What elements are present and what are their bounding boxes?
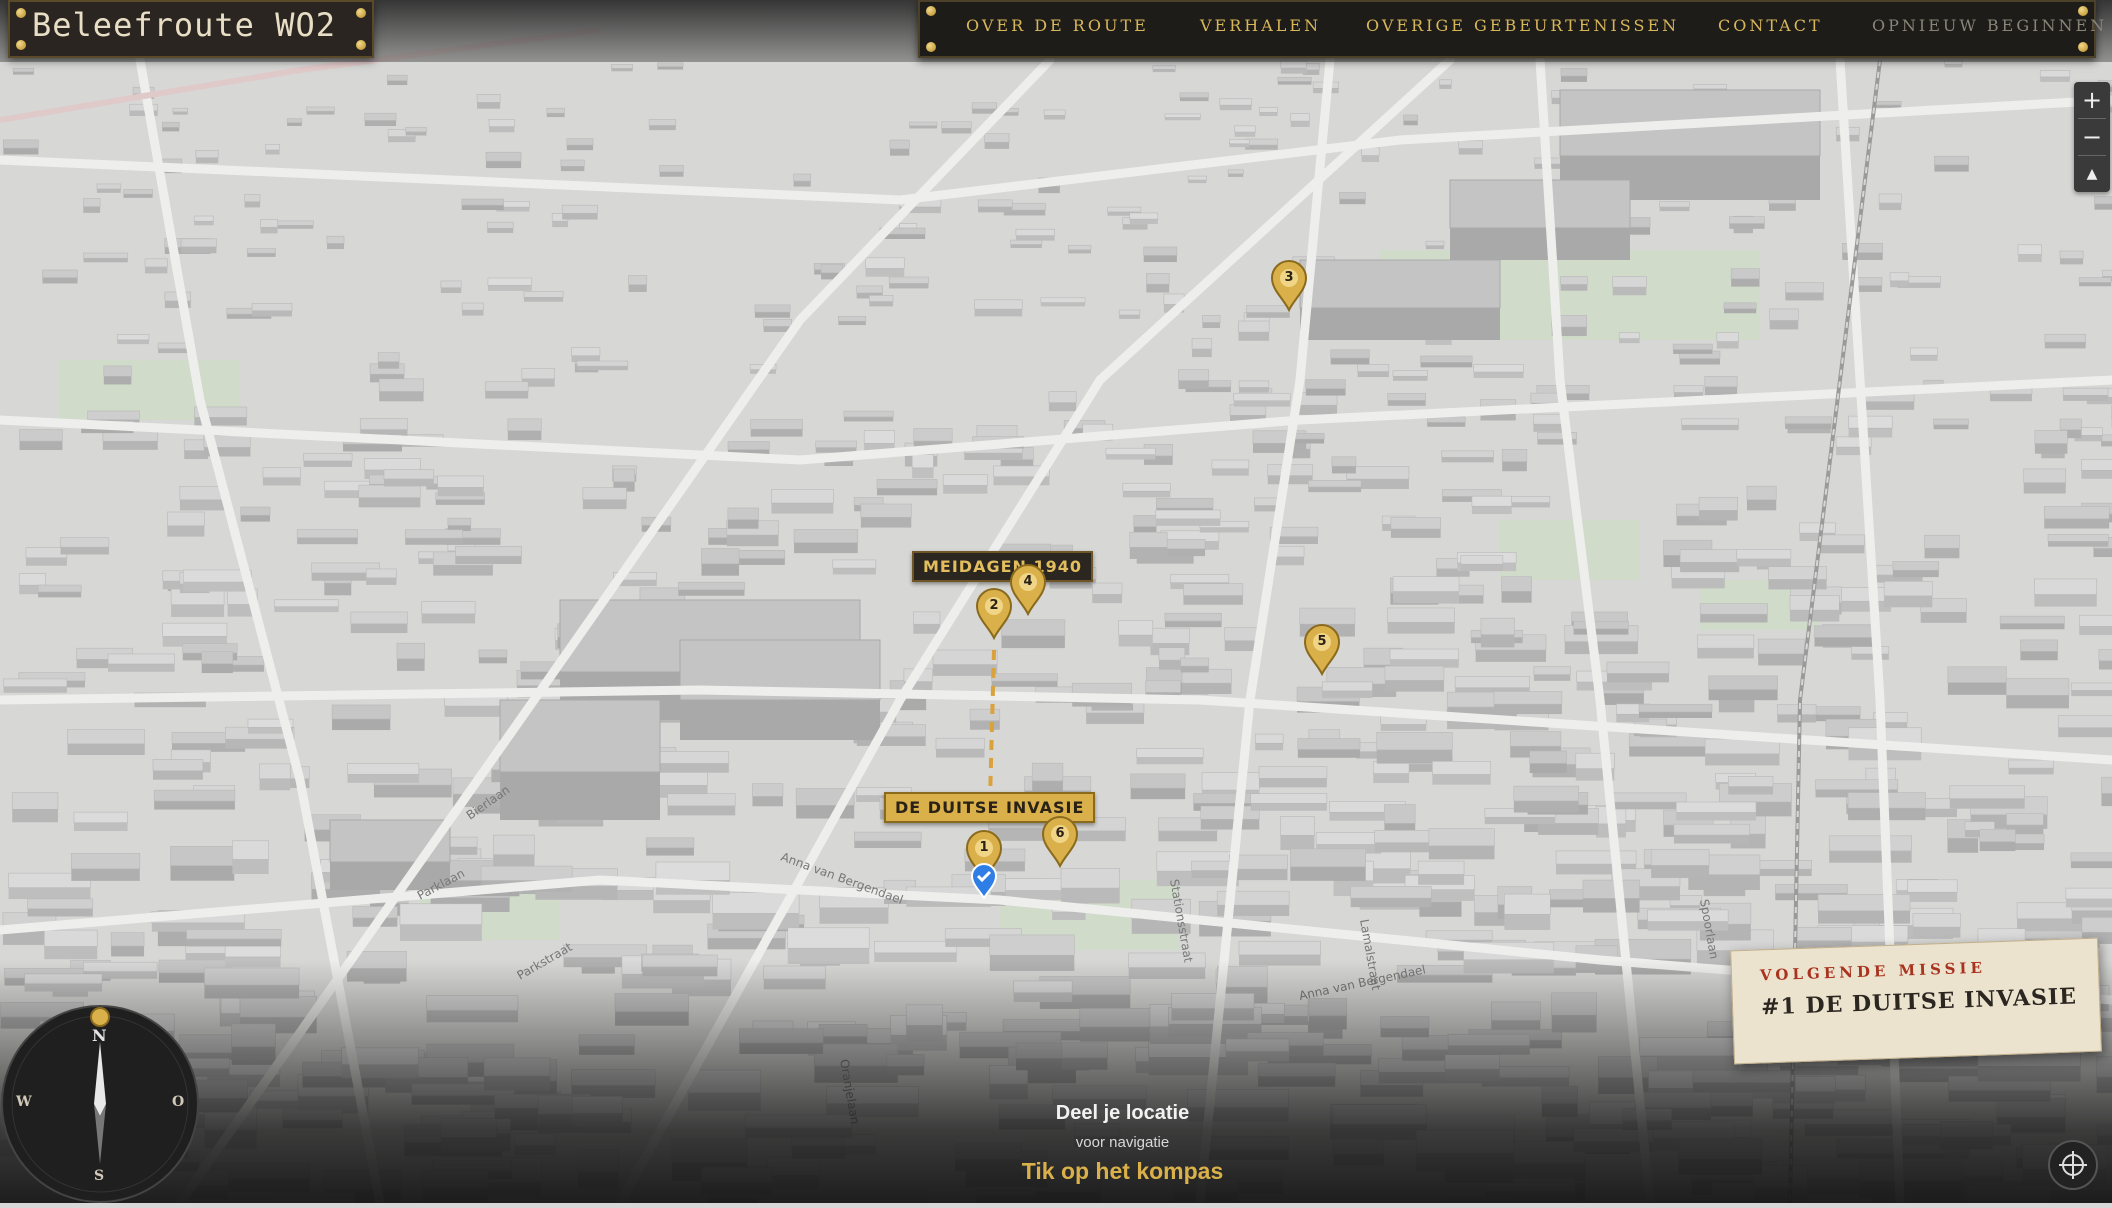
marker-number: 2 — [989, 598, 999, 613]
rivet-icon — [356, 8, 366, 18]
app-title: Beleefroute WO2 — [32, 6, 336, 44]
rivet-icon — [2078, 42, 2088, 52]
nav-overige-gebeurtenissen[interactable]: OVERIGE GEBEURTENISSEN — [1366, 16, 1679, 35]
nav-contact[interactable]: CONTACT — [1718, 16, 1823, 35]
compass-east: O — [172, 1094, 185, 1110]
map-pin-icon — [1009, 564, 1047, 617]
compass-north: N — [92, 1026, 107, 1045]
brand-plate[interactable]: Beleefroute WO2 — [8, 0, 374, 58]
nav-verhalen[interactable]: VERHALEN — [1200, 16, 1321, 35]
tap-compass-link[interactable]: Tik op het kompas — [900, 1158, 1345, 1185]
main-nav: OVER DE ROUTE VERHALEN OVERIGE GEBEURTEN… — [918, 0, 2104, 58]
nav-opnieuw-beginnen[interactable]: OPNIEUW BEGINNEN — [1872, 16, 2107, 35]
marker-number: 1 — [979, 840, 989, 855]
zoom-out-button[interactable]: − — [2074, 119, 2110, 155]
marker-number: 5 — [1317, 634, 1327, 649]
route-marker-3[interactable]: 3 — [1269, 260, 1309, 313]
locate-button[interactable] — [2048, 1140, 2098, 1190]
reset-north-button[interactable]: ▲ — [2074, 156, 2110, 192]
crosshair-icon — [2059, 1151, 2087, 1179]
next-mission-kicker: VOLGENDE MISSIE — [1759, 958, 1987, 985]
route-marker-4[interactable]: 4 — [1008, 564, 1048, 617]
nav-over-de-route[interactable]: OVER DE ROUTE — [966, 16, 1149, 35]
next-mission-card[interactable]: VOLGENDE MISSIE #1 DE DUITSE INVASIE — [1730, 937, 2102, 1065]
share-location-subtitle: voor navigatie — [1075, 1134, 1170, 1151]
marker-label-meidagen[interactable]: MEIDAGEN 1940 — [912, 551, 1094, 582]
map-pin-icon — [1041, 816, 1079, 869]
rivet-icon — [926, 42, 936, 52]
map-pin-icon — [975, 588, 1013, 641]
route-marker-2[interactable]: 2 — [974, 588, 1014, 641]
zoom-in-button[interactable]: + — [2074, 82, 2110, 118]
rivet-icon — [926, 6, 936, 16]
compass-west: W — [16, 1094, 32, 1110]
map-pin-icon — [1270, 260, 1308, 313]
rivet-icon — [16, 40, 26, 50]
marker-number: 4 — [1023, 574, 1033, 589]
user-location-icon — [969, 862, 999, 900]
rivet-icon — [356, 40, 366, 50]
map-pin-icon — [1303, 624, 1341, 677]
next-mission-title: #1 DE DUITSE INVASIE — [1760, 983, 2078, 1021]
marker-number: 3 — [1284, 270, 1294, 285]
rivet-icon — [16, 8, 26, 18]
route-marker-6[interactable]: 6 — [1040, 816, 1080, 869]
route-marker-5[interactable]: 5 — [1302, 624, 1342, 677]
rivet-icon — [2078, 6, 2088, 16]
share-location-title: Deel je locatie — [1055, 1102, 1190, 1124]
compass-button[interactable]: N W O S — [0, 1004, 200, 1204]
marker-number: 6 — [1055, 826, 1065, 841]
zoom-controls: + − ▲ — [2074, 82, 2110, 192]
compass-south: S — [94, 1168, 105, 1184]
